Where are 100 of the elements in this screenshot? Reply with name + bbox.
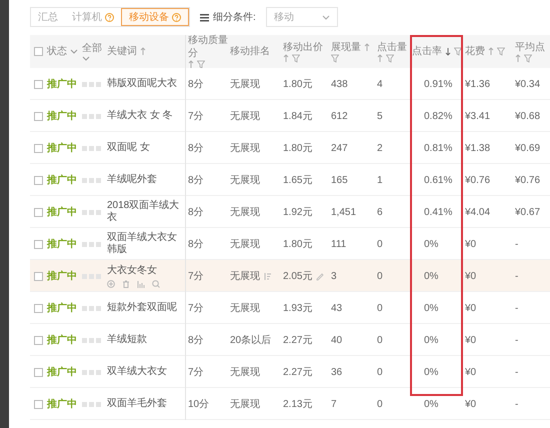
filter-icon: [200, 12, 209, 22]
table-row[interactable]: [30, 68, 550, 100]
keyword-cell-text: 双面呢 女: [107, 142, 151, 154]
status-squares-icon: [82, 306, 101, 310]
keyword-cell-text: 双面羊毛外套: [107, 398, 168, 410]
table-cell-text: 612: [331, 110, 348, 124]
status-squares-icon: [82, 370, 101, 374]
table-cell-text: 1: [377, 174, 383, 188]
status-text: 推广中: [47, 397, 77, 412]
trash-icon[interactable]: [122, 280, 130, 288]
status-squares-icon: [82, 338, 101, 342]
filter-icon[interactable]: [292, 54, 300, 62]
column-header[interactable]: 移动质量分: [188, 34, 228, 69]
table-cell-text: -: [515, 366, 518, 380]
table-cell-text: ¥0: [465, 398, 476, 412]
select-all-checkbox[interactable]: [34, 47, 43, 56]
segment-tab[interactable]: 移动设备: [121, 8, 189, 26]
table-cell-text: 无展现: [230, 142, 260, 156]
filter-icon[interactable]: [497, 47, 505, 56]
table-cell-text: 8分: [188, 238, 204, 252]
status-text: 推广中: [47, 173, 77, 188]
table-cell-text: 0.41%: [424, 206, 452, 220]
table-cell-text: 7分: [188, 270, 204, 284]
column-header[interactable]: 状态: [47, 45, 78, 58]
keyword-cell-text: 韩版双面呢大衣: [107, 78, 178, 90]
list-icon[interactable]: [264, 272, 272, 280]
bar-chart-icon[interactable]: [137, 280, 145, 288]
table-cell-text: 165: [331, 174, 348, 188]
filter-icon[interactable]: [454, 47, 462, 56]
column-header[interactable]: 移动出价: [283, 40, 329, 62]
pencil-icon[interactable]: [316, 272, 324, 280]
sort-up-icon[interactable]: [488, 47, 494, 56]
sort-up-icon[interactable]: [140, 47, 146, 56]
help-icon[interactable]: [172, 12, 181, 22]
table-cell-text: 0.61%: [424, 174, 452, 188]
table-cell-text: 无展现: [230, 238, 260, 252]
table-cell-text: 无展现: [230, 110, 260, 124]
table-cell-text: 0: [377, 334, 383, 348]
column-header[interactable]: 平均点: [515, 40, 550, 62]
sort-up-icon[interactable]: [515, 54, 521, 62]
search-icon[interactable]: [152, 280, 160, 288]
column-header[interactable]: 展现量: [331, 40, 375, 62]
table-cell-text: 无展现: [230, 398, 260, 412]
sort-up-icon[interactable]: [283, 54, 289, 62]
sort-down-icon[interactable]: [445, 47, 451, 56]
status-text: 推广中: [47, 301, 77, 316]
keyword-cell-text: 羊绒大衣 女 冬: [107, 110, 174, 122]
column-header[interactable]: 移动排名: [230, 45, 270, 58]
table-cell-text: 0.91%: [424, 78, 452, 92]
table-cell-text: 无展现: [230, 174, 260, 188]
status-squares-icon: [82, 82, 101, 86]
table-cell-text: 0%: [424, 334, 438, 348]
table-cell-text: 1.84元: [283, 110, 312, 124]
segment-tab[interactable]: 计算机: [65, 8, 121, 26]
column-header[interactable]: 点击率: [412, 45, 462, 58]
table-cell-text: -: [515, 238, 518, 252]
table-cell-text: 111: [331, 238, 346, 252]
table-cell-text: 20条以后: [230, 334, 272, 348]
sort-up-icon[interactable]: [364, 42, 370, 52]
add-circle-icon[interactable]: [107, 280, 115, 288]
column-header[interactable]: 关键词: [107, 45, 146, 58]
sort-up-icon[interactable]: [377, 54, 383, 62]
filter-icon[interactable]: [331, 54, 339, 62]
filter-icon[interactable]: [197, 60, 205, 69]
column-header[interactable]: 全部: [82, 42, 105, 62]
status-squares-icon: [82, 242, 101, 246]
table-cell-text: 40: [331, 334, 342, 348]
table-cell-text: 43: [331, 302, 342, 316]
table-cell-text: ¥1.36: [465, 78, 490, 92]
table-cell-text: 1.92元: [283, 206, 312, 220]
filter-icon[interactable]: [386, 54, 394, 62]
table-cell-text: ¥0: [465, 366, 476, 380]
table-cell-text: 0.81%: [424, 142, 452, 156]
help-icon[interactable]: [105, 12, 114, 22]
chevron-down-icon[interactable]: [70, 48, 78, 55]
chevron-down-icon[interactable]: [82, 54, 90, 62]
table-cell-text: 36: [331, 366, 342, 380]
status-text: 推广中: [47, 141, 77, 156]
table-cell-text: ¥4.04: [465, 206, 490, 220]
table-cell-text: 7分: [188, 302, 204, 316]
table-cell-text: 8分: [188, 174, 204, 188]
sort-up-icon[interactable]: [188, 60, 194, 69]
status-text: 推广中: [47, 77, 77, 92]
filter-icon[interactable]: [524, 54, 532, 62]
segment-dropdown[interactable]: 移动: [266, 7, 338, 27]
table-cell-text: -: [515, 270, 518, 284]
segment-tab[interactable]: 汇总: [31, 8, 65, 26]
column-header[interactable]: 点击量: [377, 40, 410, 62]
table-cell-text: ¥0.76: [515, 174, 540, 188]
table-cell-text: 1,451: [331, 206, 356, 220]
status-squares-icon: [82, 146, 101, 150]
column-header[interactable]: 花费: [465, 45, 505, 58]
table-row[interactable]: [30, 260, 550, 292]
table-cell-text: ¥0.68: [515, 110, 540, 124]
table-cell-text: 无展现: [230, 78, 260, 92]
status-text: 推广中: [47, 365, 77, 380]
table-cell-text: 1.80元: [283, 238, 312, 252]
table-cell-text: 1.65元: [283, 174, 312, 188]
table-cell-text: 0: [377, 270, 383, 284]
table-cell-text: 1.80元: [283, 78, 312, 92]
